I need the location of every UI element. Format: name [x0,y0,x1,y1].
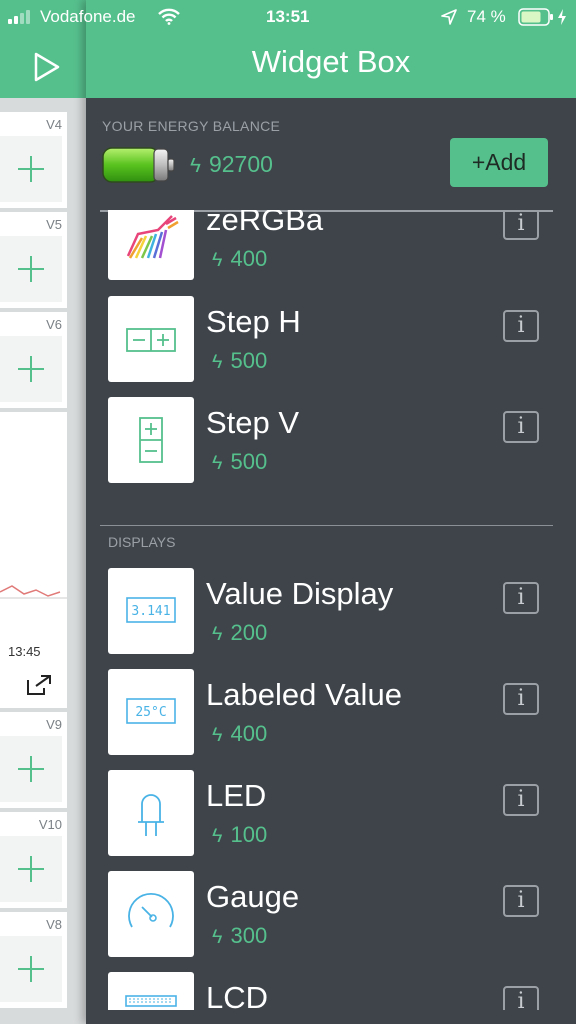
plus-icon [18,356,44,382]
info-button[interactable]: i [503,210,539,240]
chart-time-label: 13:45 [8,644,41,659]
widget-name: Labeled Value [206,677,402,712]
info-button[interactable]: i [503,784,539,816]
info-button[interactable]: i [503,683,539,715]
widget-item-led[interactable]: LED ϟ 100 i [86,770,576,858]
card-pin-label: V5 [46,217,62,232]
location-icon [441,9,457,25]
gauge-icon [108,871,194,957]
dashboard-card-v4[interactable]: V4 [0,112,67,208]
plus-icon [18,956,44,982]
energy-bolt-icon: ϟ [212,724,223,746]
step-h-icon [108,296,194,382]
widget-cost: ϟ 400 [212,246,268,271]
plus-icon [18,256,44,282]
status-bar: Vodafone.de 13:51 74 % [0,0,576,34]
widget-name: LED [206,778,267,813]
card-pin-label: V6 [46,317,62,332]
widget-cost: ϟ 400 [212,721,268,746]
widget-name: zeRGBa [206,210,324,237]
widget-list[interactable]: zeRGBa ϟ 400 i Step H ϟ 500 i Step V ϟ 5… [86,210,576,1010]
energy-bolt-icon: ϟ [212,926,223,948]
charging-icon [558,9,566,25]
energy-bolt-icon: ϟ [212,825,223,847]
card-pin-label: V4 [46,117,62,132]
lcd-icon [108,972,194,1010]
plus-icon [18,156,44,182]
energy-bolt-icon: ϟ [212,623,223,645]
dashboard-card-v5[interactable]: V5 [0,212,67,308]
add-energy-button[interactable]: +Add [450,138,548,187]
labeled-value-icon: 25°C [108,669,194,755]
energy-balance-label: YOUR ENERGY BALANCE [102,118,281,134]
page-title: Widget Box [251,44,411,79]
widget-item-lcd[interactable]: LCD i [86,972,576,1010]
step-v-icon [108,397,194,483]
widget-name: Gauge [206,879,300,914]
drawer-bottom-edge [86,1010,576,1024]
widget-name: Value Display [206,576,394,611]
dashboard-background: V4 V5 V6 13:45 V9 V10 V8 [0,0,86,1024]
dashboard-card-v8[interactable]: V8 [0,912,67,1008]
info-button[interactable]: i [503,986,539,1010]
divider [100,525,553,526]
value-display-icon: 3.141 [108,568,194,654]
energy-bolt-icon: ϟ [190,154,201,177]
dashboard-card-v9[interactable]: V9 [0,712,67,808]
energy-balance-value: ϟ 92700 [190,151,273,177]
widget-cost: ϟ 100 [212,822,268,847]
zergba-icon [108,210,194,280]
play-icon[interactable] [33,52,61,82]
info-button[interactable]: i [503,310,539,342]
card-pin-label: V10 [38,817,62,832]
widget-box-drawer: Widget Box YOUR ENERGY BALANCE ϟ 92700 +A… [86,0,576,1024]
info-button[interactable]: i [503,582,539,614]
signal-icon [8,10,30,24]
carrier-name: Vodafone.de [40,7,136,26]
led-icon [108,770,194,856]
svg-text:25°C: 25°C [135,705,166,720]
card-pin-label: V8 [46,917,62,932]
widget-cost: ϟ 300 [212,923,268,948]
section-label-displays: DISPLAYS [108,534,176,550]
widget-item-gauge[interactable]: Gauge ϟ 300 i [86,871,576,959]
energy-battery-icon [102,147,175,183]
widget-cost: ϟ 200 [212,620,268,645]
widget-item-zergba[interactable]: zeRGBa ϟ 400 i [86,210,576,282]
clock: 13:51 [266,7,310,26]
card-pin-label: V9 [46,717,62,732]
dashboard-card-v6[interactable]: V6 [0,312,67,408]
info-button[interactable]: i [503,411,539,443]
widget-name: Step V [206,405,300,440]
energy-bolt-icon: ϟ [212,452,223,474]
widget-cost: ϟ 500 [212,449,268,474]
plus-icon [18,756,44,782]
dashboard-chart-card[interactable]: 13:45 [0,412,67,708]
wifi-icon [158,8,180,25]
widget-item-step-v[interactable]: Step V ϟ 500 i [86,397,576,485]
plus-icon [18,856,44,882]
widget-item-step-h[interactable]: Step H ϟ 500 i [86,296,576,384]
energy-bolt-icon: ϟ [212,249,223,271]
battery-icon [518,8,553,26]
widget-name: LCD [206,980,269,1010]
widget-item-labeled-value[interactable]: 25°C Labeled Value ϟ 400 i [86,669,576,757]
svg-text:3.141: 3.141 [131,604,170,619]
expand-icon[interactable] [26,674,52,696]
battery-percent: 74 % [467,7,506,26]
widget-name: Step H [206,304,301,339]
energy-bolt-icon: ϟ [212,351,223,373]
widget-item-value-display[interactable]: 3.141 Value Display ϟ 200 i [86,568,576,656]
chart-line [0,585,67,599]
dashboard-widget-column: V4 V5 V6 13:45 V9 V10 V8 [0,0,67,1024]
info-button[interactable]: i [503,885,539,917]
widget-cost: ϟ 500 [212,348,268,373]
dashboard-card-v10[interactable]: V10 [0,812,67,908]
